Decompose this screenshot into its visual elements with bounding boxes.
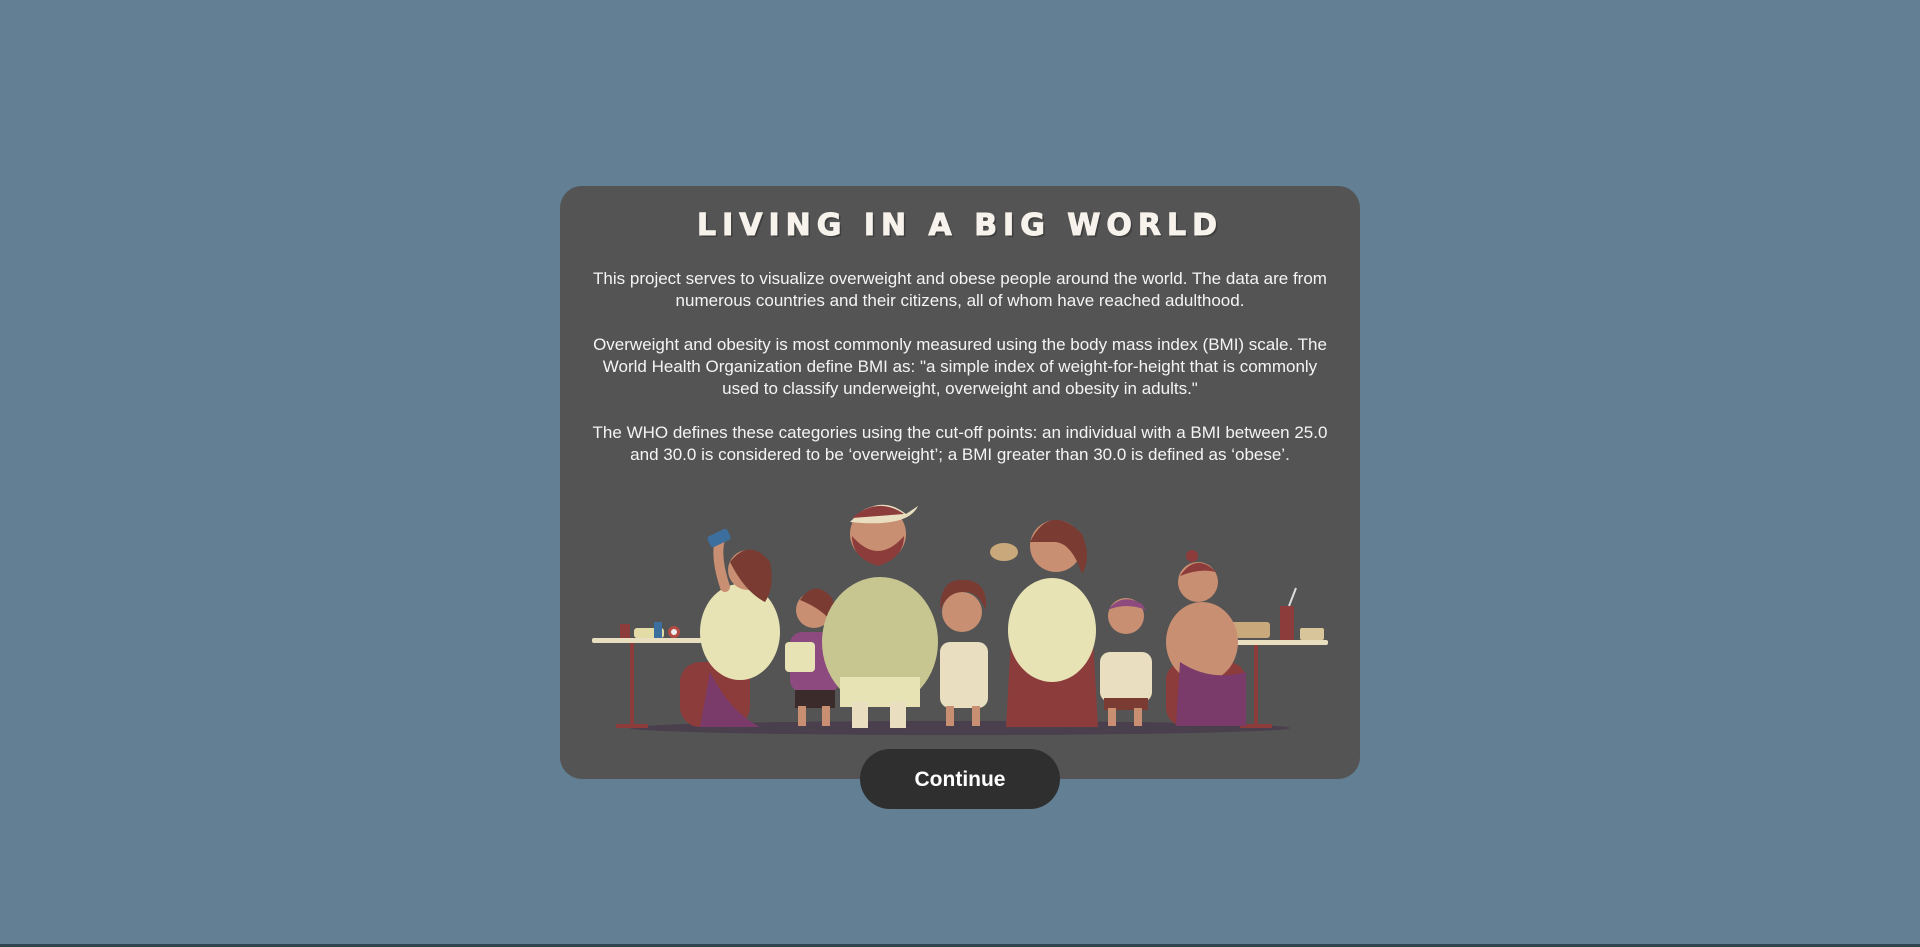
intro-modal: LIVING IN A BIG WORLD This project serve… — [560, 186, 1360, 779]
continue-button[interactable]: Continue — [860, 749, 1060, 809]
burger-icon — [990, 543, 1018, 561]
girl-center — [940, 579, 988, 726]
modal-description: This project serves to visualize overwei… — [584, 268, 1336, 488]
intro-paragraph: This project serves to visualize overwei… — [593, 269, 1327, 310]
modal-title: LIVING IN A BIG WORLD — [696, 208, 1224, 244]
person-drinking — [680, 528, 780, 727]
woman-sitting-right — [1166, 550, 1246, 726]
child-eating — [1100, 598, 1152, 726]
who-categories-paragraph: The WHO defines these categories using t… — [592, 423, 1328, 464]
bmi-paragraph: Overweight and obesity is most commonly … — [593, 335, 1327, 398]
man-with-cap — [822, 504, 938, 728]
woman-with-burger — [990, 519, 1098, 727]
people-eating-fast-food-illustration — [592, 504, 1328, 735]
